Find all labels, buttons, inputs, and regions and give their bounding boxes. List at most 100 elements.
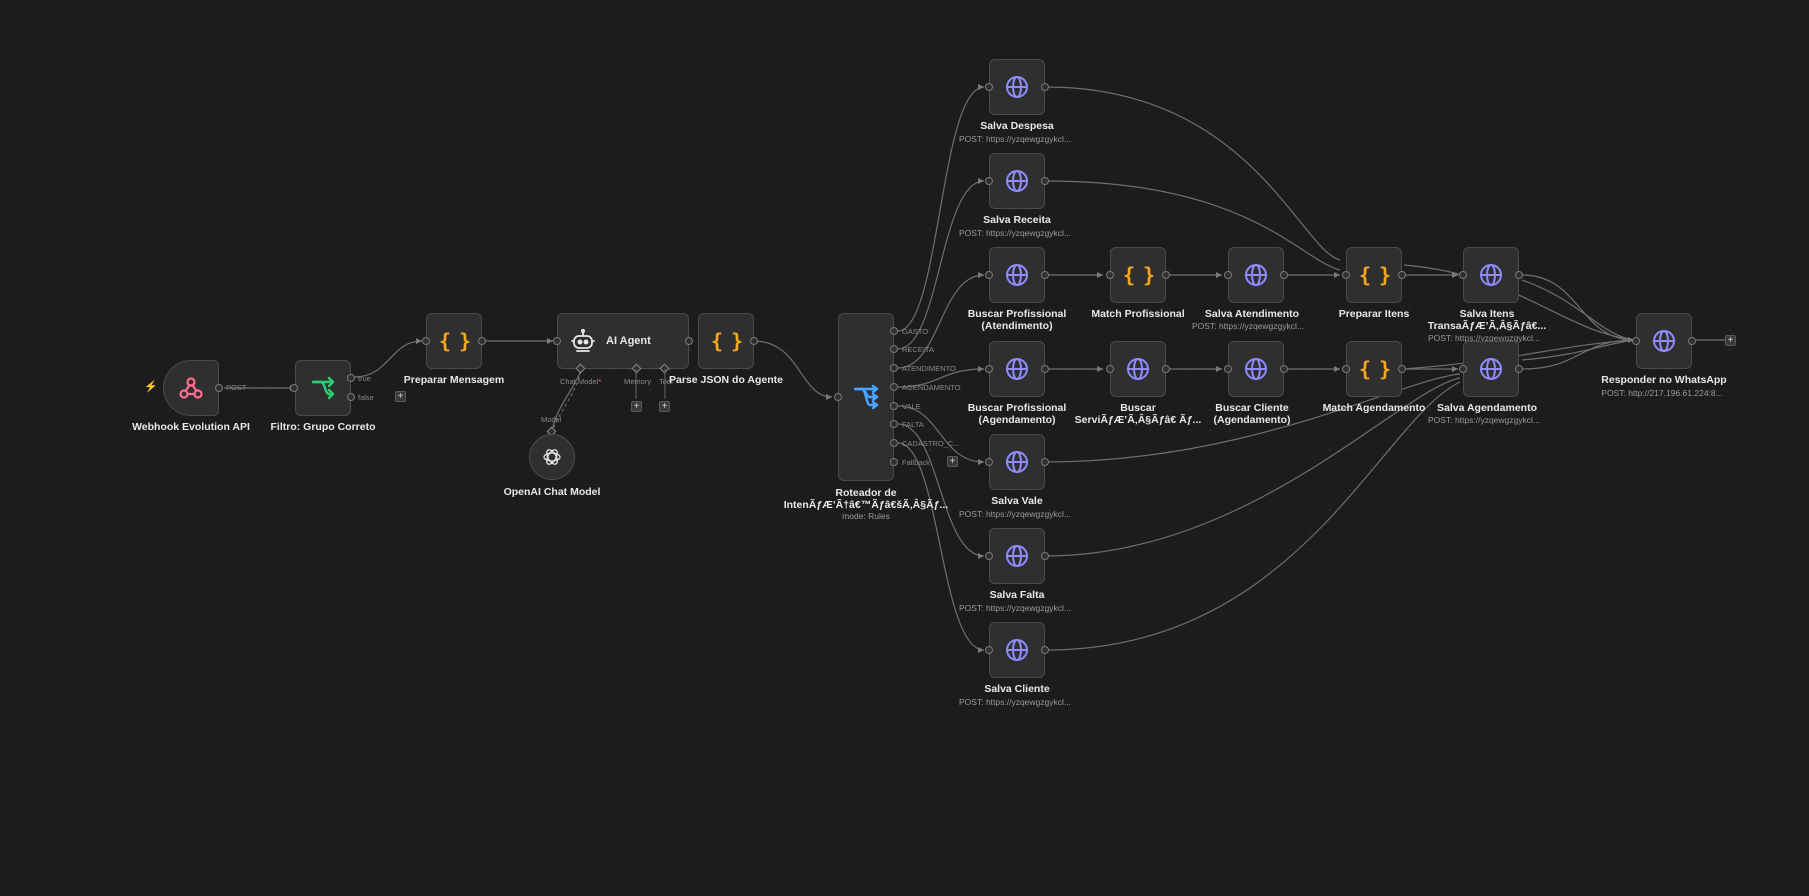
- match-agendamento-label: Match Agendamento: [1322, 402, 1426, 414]
- add-tool-button[interactable]: +: [659, 401, 670, 412]
- output-port[interactable]: [1162, 271, 1170, 279]
- node-parse-json[interactable]: { }: [698, 313, 754, 369]
- node-preparar-mensagem[interactable]: { }: [426, 313, 482, 369]
- add-memory-button[interactable]: +: [631, 401, 642, 412]
- preparar-mensagem-label: Preparar Mensagem: [403, 374, 505, 386]
- input-port[interactable]: [985, 271, 993, 279]
- output-port[interactable]: [1041, 458, 1049, 466]
- wire: [897, 442, 985, 651]
- input-port[interactable]: [1342, 365, 1350, 373]
- code-braces-icon: { }: [1358, 357, 1391, 381]
- node-salva-agendamento[interactable]: [1463, 341, 1519, 397]
- router-output-receita[interactable]: [890, 345, 898, 353]
- node-salva-falta[interactable]: [989, 528, 1045, 584]
- node-salva-itens[interactable]: [1463, 247, 1519, 303]
- salva-cliente-label: Salva Cliente: [984, 683, 1050, 695]
- node-salva-atendimento[interactable]: [1228, 247, 1284, 303]
- node-salva-receita[interactable]: [989, 153, 1045, 209]
- input-port[interactable]: [1224, 271, 1232, 279]
- node-buscar-servico[interactable]: [1110, 341, 1166, 397]
- router-output-cadastro[interactable]: [890, 439, 898, 447]
- node-salva-cliente[interactable]: [989, 622, 1045, 678]
- router-output-agendamento[interactable]: [890, 383, 898, 391]
- input-port[interactable]: [422, 337, 430, 345]
- add-node-button[interactable]: +: [1725, 335, 1736, 346]
- input-port[interactable]: [1224, 365, 1232, 373]
- filter-false-port[interactable]: [347, 393, 355, 401]
- router-output-fallback[interactable]: [890, 458, 898, 466]
- router-output-label: Fallback: [902, 458, 930, 467]
- router-output-vale[interactable]: [890, 402, 898, 410]
- node-filter[interactable]: [295, 360, 351, 416]
- globe-icon: [1245, 264, 1267, 286]
- globe-icon: [1006, 76, 1028, 98]
- node-salva-despesa[interactable]: [989, 59, 1045, 115]
- output-port[interactable]: [1515, 365, 1523, 373]
- router-icon: [853, 384, 879, 410]
- buscar-prof-atend-label: Buscar Profissional (Atendimento): [967, 308, 1067, 332]
- output-port[interactable]: [1041, 646, 1049, 654]
- globe-icon: [1006, 639, 1028, 661]
- output-port[interactable]: [685, 337, 693, 345]
- input-port[interactable]: [985, 365, 993, 373]
- router-output-falta[interactable]: [890, 420, 898, 428]
- input-port[interactable]: [1342, 271, 1350, 279]
- router-input-port[interactable]: [834, 393, 842, 401]
- node-match-agendamento[interactable]: { }: [1346, 341, 1402, 397]
- router-output-label: GASTO: [902, 327, 929, 336]
- router-output-gasto[interactable]: [890, 327, 898, 335]
- node-preparar-itens[interactable]: { }: [1346, 247, 1402, 303]
- code-braces-icon: { }: [710, 329, 743, 353]
- output-port[interactable]: [478, 337, 486, 345]
- output-port[interactable]: [1398, 365, 1406, 373]
- node-buscar-profissional-atendimento[interactable]: [989, 247, 1045, 303]
- output-port[interactable]: [1515, 271, 1523, 279]
- output-port[interactable]: [750, 337, 758, 345]
- salva-receita-label: Salva Receita: [983, 214, 1051, 226]
- input-port[interactable]: [985, 552, 993, 560]
- output-port[interactable]: [1041, 271, 1049, 279]
- buscar-prof-agend-label: Buscar Profissional (Agendamento): [967, 402, 1067, 426]
- wire: [753, 340, 833, 398]
- router-output-atendimento[interactable]: [890, 364, 898, 372]
- node-webhook[interactable]: [163, 360, 219, 416]
- input-port[interactable]: [1106, 365, 1114, 373]
- input-port[interactable]: [1459, 271, 1467, 279]
- filter-true-port[interactable]: [347, 374, 355, 382]
- node-salva-vale[interactable]: [989, 434, 1045, 490]
- output-port[interactable]: [1398, 271, 1406, 279]
- node-match-profissional[interactable]: { }: [1110, 247, 1166, 303]
- input-port[interactable]: [985, 83, 993, 91]
- salva-despesa-label: Salva Despesa: [980, 120, 1054, 132]
- responder-sub: POST: http://217.196.61.224:8...: [1601, 388, 1723, 398]
- node-ai-agent[interactable]: AI Agent: [557, 313, 689, 369]
- add-node-button[interactable]: +: [395, 391, 406, 402]
- output-port[interactable]: [1688, 337, 1696, 345]
- node-roteador[interactable]: [838, 313, 894, 481]
- input-port[interactable]: [985, 458, 993, 466]
- input-port[interactable]: [1459, 365, 1467, 373]
- output-port[interactable]: [1041, 365, 1049, 373]
- output-port[interactable]: [1041, 177, 1049, 185]
- branch-icon: [311, 376, 335, 400]
- output-port[interactable]: [1280, 271, 1288, 279]
- add-fallback-button[interactable]: +: [947, 456, 958, 467]
- input-port[interactable]: [1632, 337, 1640, 345]
- output-port[interactable]: [1041, 83, 1049, 91]
- output-port[interactable]: [1280, 365, 1288, 373]
- node-buscar-profissional-agendamento[interactable]: [989, 341, 1045, 397]
- globe-icon: [1006, 451, 1028, 473]
- output-port[interactable]: [1041, 552, 1049, 560]
- node-responder-whatsapp[interactable]: [1636, 313, 1692, 369]
- node-buscar-cliente[interactable]: [1228, 341, 1284, 397]
- chat-model-label: Chat Model*: [560, 377, 602, 386]
- input-port[interactable]: [553, 337, 561, 345]
- input-port[interactable]: [1106, 271, 1114, 279]
- webhook-output-port[interactable]: [215, 384, 223, 392]
- input-port[interactable]: [985, 177, 993, 185]
- output-port[interactable]: [1162, 365, 1170, 373]
- salva-falta-sub: POST: https://yzqewgzgykcl...: [959, 603, 1071, 613]
- node-openai-chat-model[interactable]: [529, 434, 575, 480]
- input-port[interactable]: [985, 646, 993, 654]
- filter-input-port[interactable]: [290, 384, 298, 392]
